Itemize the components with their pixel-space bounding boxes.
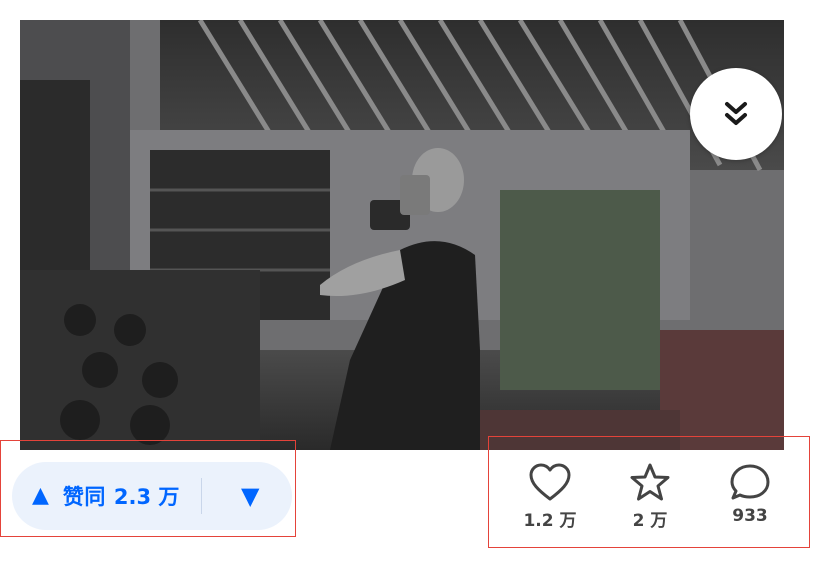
annotation-box-vote [0, 440, 296, 537]
gym-selfie-image [20, 20, 784, 450]
post-photo[interactable] [20, 20, 784, 450]
double-chevron-down-icon [719, 97, 753, 131]
collapse-button[interactable] [690, 68, 782, 160]
annotation-box-actions [488, 436, 810, 548]
